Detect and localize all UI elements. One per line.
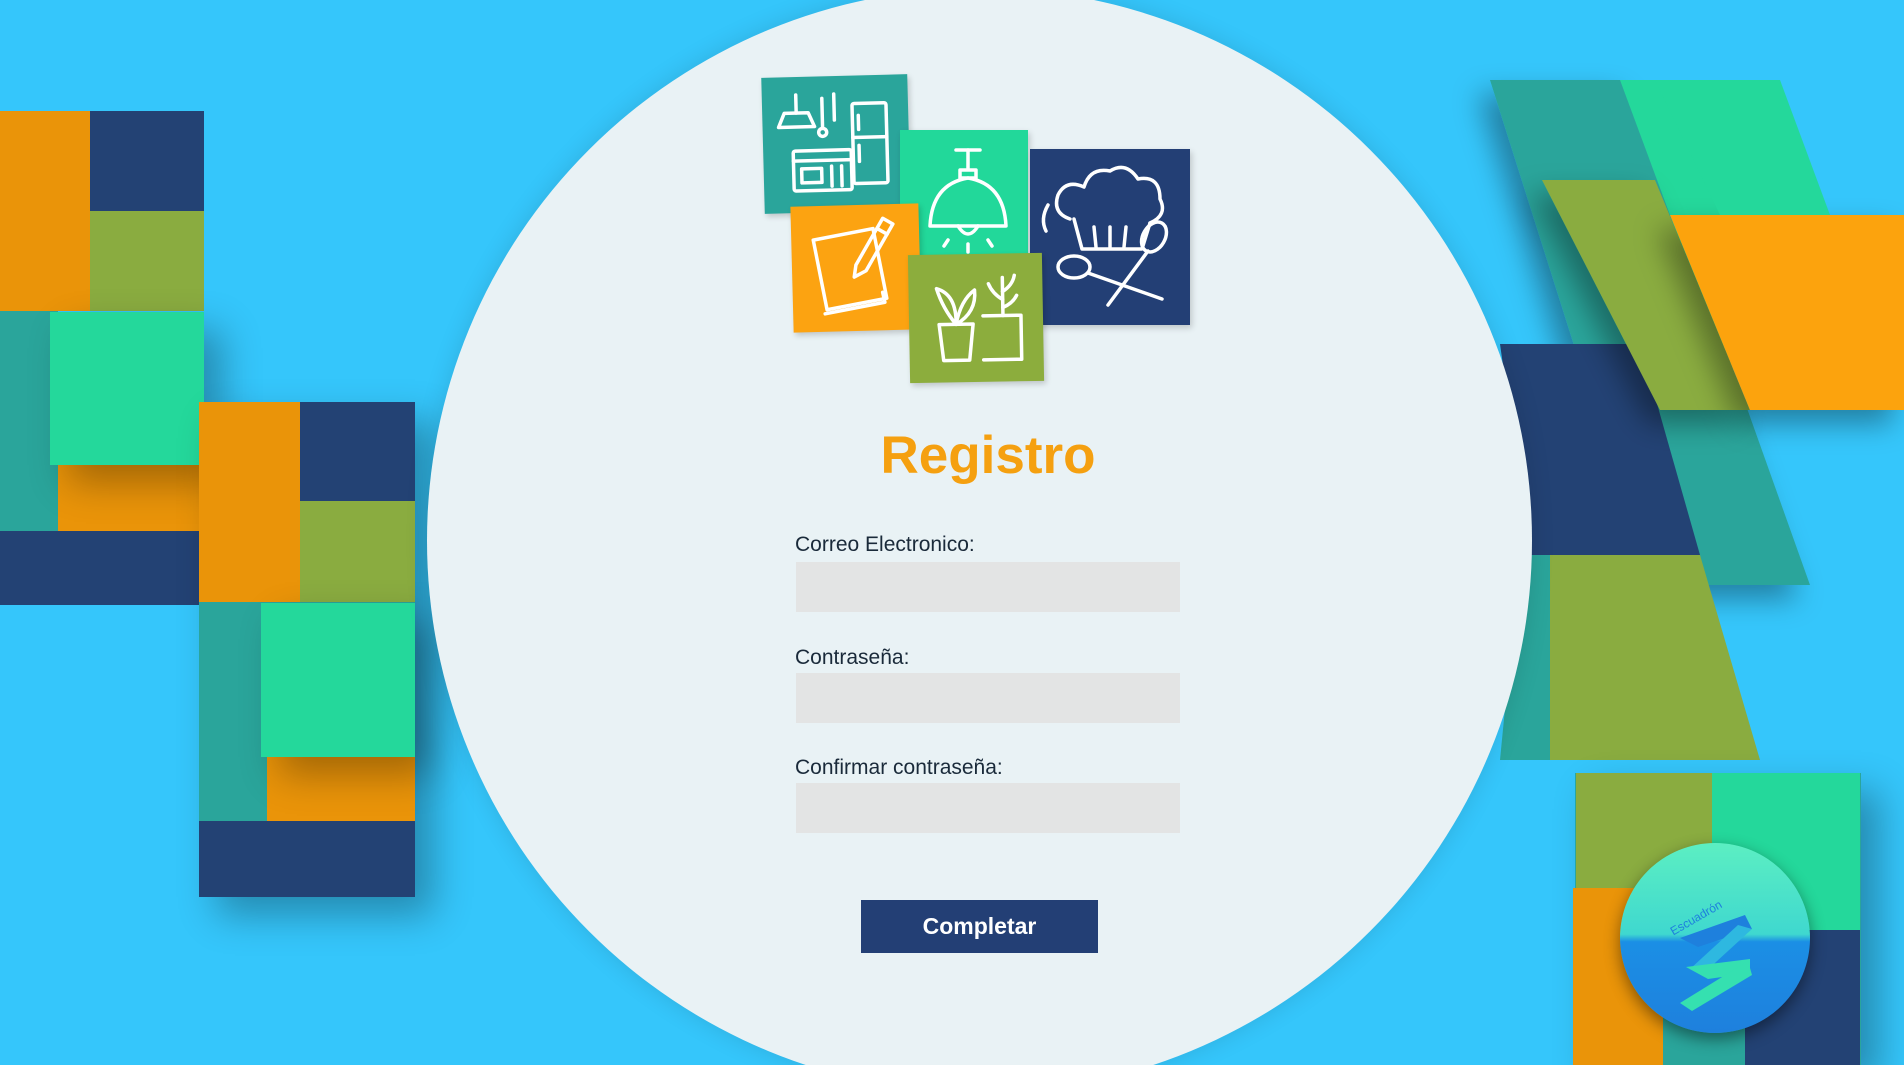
deco-block <box>0 111 90 311</box>
password-field[interactable] <box>796 673 1180 723</box>
email-field[interactable] <box>796 562 1180 612</box>
potted-plants-icon <box>907 252 1045 384</box>
deco-block <box>199 821 415 897</box>
deco-block <box>300 501 415 602</box>
chef-hat-spoons-icon <box>1030 149 1190 325</box>
email-label: Correo Electronico: <box>795 533 975 556</box>
page-title: Registro <box>880 426 1096 485</box>
confirm-password-label: Confirmar contraseña: <box>795 756 1003 779</box>
deco-block <box>267 757 415 821</box>
deco-block <box>0 531 204 605</box>
password-label: Contraseña: <box>795 646 910 669</box>
deco-block <box>261 603 415 757</box>
brand-logo-icon: Escuadrón <box>1620 843 1810 1033</box>
complete-button[interactable]: Completar <box>861 900 1098 953</box>
kitchen-icon <box>761 74 911 214</box>
deco-block <box>90 211 204 311</box>
deco-block <box>90 111 204 211</box>
confirm-password-field[interactable] <box>796 783 1180 833</box>
notes-pencil-icon <box>790 203 922 333</box>
